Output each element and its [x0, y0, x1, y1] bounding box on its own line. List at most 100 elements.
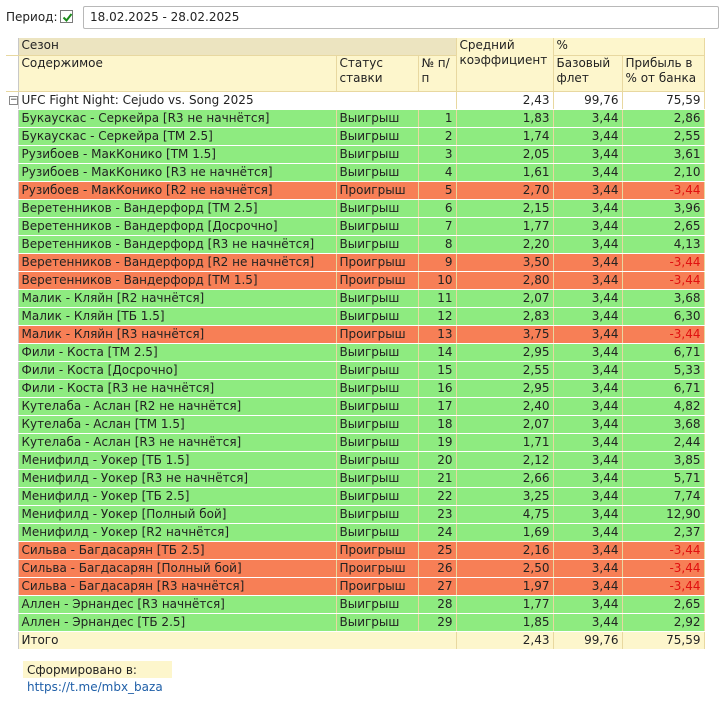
column-header-num[interactable]: № п/п — [418, 55, 457, 92]
column-header-pct[interactable]: % — [553, 38, 705, 56]
bet-profit: 3,68 — [622, 289, 705, 308]
bet-base-flat: 3,44 — [553, 127, 623, 146]
table-row[interactable]: Веретенников - Вандерфорд [R2 не начнётс… — [6, 253, 705, 272]
table-row[interactable]: Фили - Коста [ТМ 2.5] Выигрыш 14 2,95 3,44 6,… — [6, 343, 705, 362]
table-row[interactable]: Менифилд - Уокер [R3 не начнётся] Выигрыш… — [6, 469, 705, 488]
bet-name: Аллен - Эрнандес [ТБ 2.5] — [18, 613, 337, 632]
collapse-icon[interactable]: − — [9, 96, 17, 105]
column-header-base-flat[interactable]: Базовый флет — [553, 55, 623, 92]
group-row[interactable]: − UFC Fight Night: Cejudo vs. Song 2025 … — [6, 91, 705, 110]
column-header-content[interactable]: Содержимое — [18, 55, 337, 92]
table-row[interactable]: Рузибоев - МакКонико [R2 не начнётся] Про… — [6, 181, 705, 200]
bet-profit: -3,44 — [622, 253, 705, 272]
bet-status: Выигрыш — [336, 505, 419, 524]
table-row[interactable]: Малик - Кляйн [R3 начнётся] Проигрыш 13 3,7… — [6, 325, 705, 344]
table-row[interactable]: Аллен - Эрнандес [R3 начнётся] Выигрыш 28 1… — [6, 595, 705, 614]
table-row[interactable]: Веретенников - Вандерфорд [ТМ 2.5] Выигры… — [6, 199, 705, 218]
bet-status: Выигрыш — [336, 163, 419, 182]
bet-name: Кутелаба - Аслан [R2 не начнётся] — [18, 397, 337, 416]
table-row[interactable]: Малик - Кляйн [ТБ 1.5] Выигрыш 12 2,83 3,44 6… — [6, 307, 705, 326]
bet-status: Выигрыш — [336, 415, 419, 434]
bet-base-flat: 3,44 — [553, 523, 623, 542]
table-row[interactable]: Букаускас - Серкейра [ТМ 2.5] Выигрыш 2 1,7… — [6, 127, 705, 146]
table-row[interactable]: Сильва - Багдасарян [Полный бой] Проигрыш… — [6, 559, 705, 578]
table-row[interactable]: Рузибоев - МакКонико [ТМ 1.5] Выигрыш 3 2,0… — [6, 145, 705, 164]
footer: Сформировано в: https://t.me/mbx_baza — [23, 661, 172, 696]
table-row[interactable]: Менифилд - Уокер [ТБ 2.5] Выигрыш 22 3,25 3,… — [6, 487, 705, 506]
table-row[interactable]: Веретенников - Вандерфорд [R3 не начнётс… — [6, 235, 705, 254]
row-gutter — [6, 487, 19, 506]
row-gutter — [6, 343, 19, 362]
column-header-status[interactable]: Статус ставки — [336, 55, 419, 92]
table-row[interactable]: Сильва - Багдасарян [ТБ 2.5] Проигрыш 25 2,… — [6, 541, 705, 560]
table-row[interactable]: Малик - Кляйн [R2 начнётся] Выигрыш 11 2,07… — [6, 289, 705, 308]
bet-base-flat: 3,44 — [553, 109, 623, 128]
bet-base-flat: 3,44 — [553, 613, 623, 632]
bet-profit: 4,13 — [622, 235, 705, 254]
bet-name: Веретенников - Вандерфорд [ТМ 1.5] — [18, 271, 337, 290]
row-gutter — [6, 235, 19, 254]
row-gutter — [6, 613, 19, 632]
bet-status: Выигрыш — [336, 361, 419, 380]
bet-status: Выигрыш — [336, 469, 419, 488]
column-header-profit[interactable]: Прибыль в % от банка — [622, 55, 705, 92]
row-gutter — [6, 523, 19, 542]
bet-profit: 2,92 — [622, 613, 705, 632]
bet-number: 27 — [418, 577, 457, 596]
bet-number: 16 — [418, 379, 457, 398]
period-label: Период: — [6, 10, 58, 24]
bet-coef: 2,95 — [456, 343, 554, 362]
table-row[interactable]: Кутелаба - Аслан [R2 не начнётся] Выигрыш… — [6, 397, 705, 416]
bet-profit: 7,74 — [622, 487, 705, 506]
table-row[interactable]: Аллен - Эрнандес [ТБ 2.5] Выигрыш 29 1,85 3,… — [6, 613, 705, 632]
bet-profit: 6,71 — [622, 379, 705, 398]
bet-coef: 2,40 — [456, 397, 554, 416]
bet-coef: 2,80 — [456, 271, 554, 290]
bet-name: Кутелаба - Аслан [ТМ 1.5] — [18, 415, 337, 434]
table-row[interactable]: Кутелаба - Аслан [ТМ 1.5] Выигрыш 18 2,07 3,… — [6, 415, 705, 434]
bet-status: Выигрыш — [336, 379, 419, 398]
bet-profit: 2,65 — [622, 217, 705, 236]
bet-status: Выигрыш — [336, 343, 419, 362]
table-row[interactable]: Веретенников - Вандерфорд [ТМ 1.5] Проигр… — [6, 271, 705, 290]
table-row[interactable]: Букаускас - Серкейра [R3 не начнётся] Выи… — [6, 109, 705, 128]
period-checkbox[interactable] — [60, 10, 73, 23]
table-row[interactable]: Сильва - Багдасарян [R3 начнётся] Проигры… — [6, 577, 705, 596]
bet-coef: 1,61 — [456, 163, 554, 182]
bet-profit: -3,44 — [622, 541, 705, 560]
bet-name: Сильва - Багдасарян [ТБ 2.5] — [18, 541, 337, 560]
table-row[interactable]: Кутелаба - Аслан [R3 не начнётся] Выигрыш… — [6, 433, 705, 452]
table-row[interactable]: Менифилд - Уокер [ТБ 1.5] Выигрыш 20 2,12 3,… — [6, 451, 705, 470]
bet-coef: 1,71 — [456, 433, 554, 452]
row-gutter — [6, 127, 19, 146]
bet-name: Фили - Коста [ТМ 2.5] — [18, 343, 337, 362]
table-row[interactable]: Менифилд - Уокер [R2 начнётся] Выигрыш 24 1… — [6, 523, 705, 542]
bet-name: Веретенников - Вандерфорд [R3 не начнётс… — [18, 235, 337, 254]
table-row[interactable]: Фили - Коста [R3 не начнётся] Выигрыш 16 2,… — [6, 379, 705, 398]
table-row[interactable]: Фили - Коста [Досрочно] Выигрыш 15 2,55 3,44… — [6, 361, 705, 380]
bet-number: 3 — [418, 145, 457, 164]
table-row[interactable]: Менифилд - Уокер [Полный бой] Выигрыш 23 4,… — [6, 505, 705, 524]
bet-profit: -3,44 — [622, 577, 705, 596]
column-header-season[interactable]: Сезон — [18, 38, 457, 56]
bet-number: 24 — [418, 523, 457, 542]
bet-name: Букаускас - Серкейра [R3 не начнётся] — [18, 109, 337, 128]
table-row[interactable]: Рузибоев - МакКонико [R3 не начнётся] Выи… — [6, 163, 705, 182]
bet-base-flat: 3,44 — [553, 253, 623, 272]
bet-profit: 6,30 — [622, 307, 705, 326]
bet-profit: 2,55 — [622, 127, 705, 146]
bet-number: 22 — [418, 487, 457, 506]
bet-number: 26 — [418, 559, 457, 578]
bet-name: Менифилд - Уокер [Полный бой] — [18, 505, 337, 524]
row-gutter — [6, 541, 19, 560]
row-gutter — [6, 361, 19, 380]
telegram-link[interactable]: https://t.me/mbx_baza — [23, 678, 172, 696]
bet-name: Веретенников - Вандерфорд [ТМ 2.5] — [18, 199, 337, 218]
column-header-avg-coef[interactable]: Средний коэффициент — [456, 38, 554, 92]
row-gutter — [6, 145, 19, 164]
bet-coef: 2,16 — [456, 541, 554, 560]
bet-profit: 3,96 — [622, 199, 705, 218]
row-gutter — [6, 163, 19, 182]
period-date-range-input[interactable]: 18.02.2025 - 28.02.2025 — [83, 6, 719, 29]
table-row[interactable]: Веретенников - Вандерфорд [Досрочно] Выиг… — [6, 217, 705, 236]
